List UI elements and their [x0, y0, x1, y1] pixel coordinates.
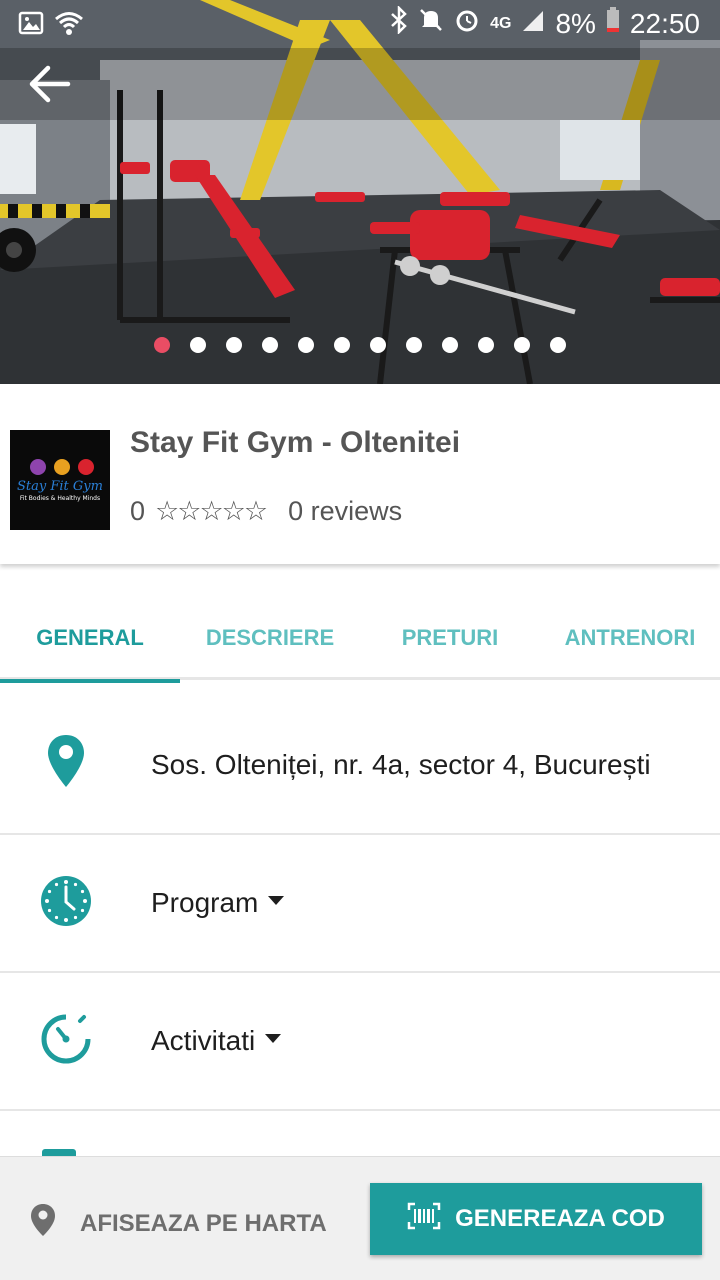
network-type-label: 4G: [490, 14, 512, 32]
battery-icon: [606, 7, 620, 40]
gallery-dot[interactable]: [190, 337, 206, 353]
tab-preturi[interactable]: PRETURI: [360, 596, 540, 680]
gym-photo-gallery[interactable]: 4G 8% 22:50: [0, 0, 720, 384]
gallery-dot[interactable]: [514, 337, 530, 353]
back-button[interactable]: [24, 58, 76, 110]
activitati-row[interactable]: Activitati: [0, 973, 720, 1111]
location-pin-icon: [38, 733, 94, 789]
rating-row[interactable]: 0 ☆☆☆☆☆ 0 reviews: [130, 496, 402, 527]
gym-logo: Stay Fit Gym Fit Bodies & Healthy Minds: [10, 430, 110, 530]
wifi-icon: [54, 10, 84, 41]
tab-bar: GENERAL DESCRIERE PRETURI ANTRENORI: [0, 596, 720, 683]
gallery-dot[interactable]: [334, 337, 350, 353]
battery-percent: 8%: [555, 7, 596, 39]
address-text: Sos. Olteniței, nr. 4a, sector 4, Bucure…: [151, 749, 651, 780]
tab-general[interactable]: GENERAL: [0, 596, 180, 683]
mute-icon: [418, 7, 444, 40]
gallery-dot[interactable]: [298, 337, 314, 353]
address-row[interactable]: Sos. Olteniței, nr. 4a, sector 4, Bucure…: [0, 697, 720, 835]
back-arrow-icon: [29, 65, 71, 103]
timer-icon: [38, 1011, 94, 1067]
gym-header-card: Stay Fit Gym Fit Bodies & Healthy Minds …: [0, 384, 720, 564]
gallery-dot[interactable]: [442, 337, 458, 353]
gym-name: Stay Fit Gym - Oltenitei: [130, 426, 461, 459]
activitati-dropdown[interactable]: Activitati: [151, 1025, 282, 1057]
show-on-map-label: AFISEAZA PE HARTA: [80, 1209, 327, 1237]
map-pin-icon: [30, 1203, 56, 1244]
caret-down-icon: [265, 1033, 282, 1043]
barcode-icon: [407, 1202, 441, 1237]
tab-antrenori[interactable]: ANTRENORI: [540, 596, 720, 680]
clock-time: 22:50: [629, 7, 700, 39]
gallery-dot[interactable]: [478, 337, 494, 353]
generate-code-button[interactable]: GENEREAZA COD: [370, 1183, 702, 1255]
gallery-dot[interactable]: [226, 337, 242, 353]
show-on-map-button[interactable]: AFISEAZA PE HARTA: [30, 1203, 327, 1244]
program-label: Program: [151, 887, 259, 918]
generate-code-label: GENEREAZA COD: [455, 1205, 665, 1232]
svg-text:Fit Bodies & Healthy Minds: Fit Bodies & Healthy Minds: [20, 495, 100, 502]
app-bar: [0, 48, 720, 120]
bluetooth-icon: [390, 4, 408, 41]
gallery-dot[interactable]: [154, 337, 170, 353]
signal-icon: [521, 8, 545, 40]
alarm-icon: [454, 7, 480, 40]
program-row[interactable]: Program: [0, 835, 720, 973]
gallery-dot[interactable]: [550, 337, 566, 353]
clock-icon: [38, 873, 94, 929]
reviews-count: 0 reviews: [288, 496, 403, 526]
caret-down-icon: [268, 895, 285, 905]
gallery-page-indicator: [0, 337, 720, 353]
gallery-dot[interactable]: [370, 337, 386, 353]
tab-descriere[interactable]: DESCRIERE: [180, 596, 360, 680]
program-dropdown[interactable]: Program: [151, 887, 285, 919]
status-bar: 4G 8% 22:50: [0, 0, 720, 48]
image-notification-icon: [18, 10, 44, 41]
star-rating-icon: ☆☆☆☆☆: [155, 496, 268, 527]
rating-value: 0: [130, 496, 146, 526]
bottom-action-bar: AFISEAZA PE HARTA GENEREAZA COD: [0, 1156, 720, 1280]
gallery-dot[interactable]: [406, 337, 422, 353]
gallery-dot[interactable]: [262, 337, 278, 353]
svg-text:Stay Fit Gym: Stay Fit Gym: [17, 479, 103, 494]
activitati-label: Activitati: [151, 1025, 256, 1056]
